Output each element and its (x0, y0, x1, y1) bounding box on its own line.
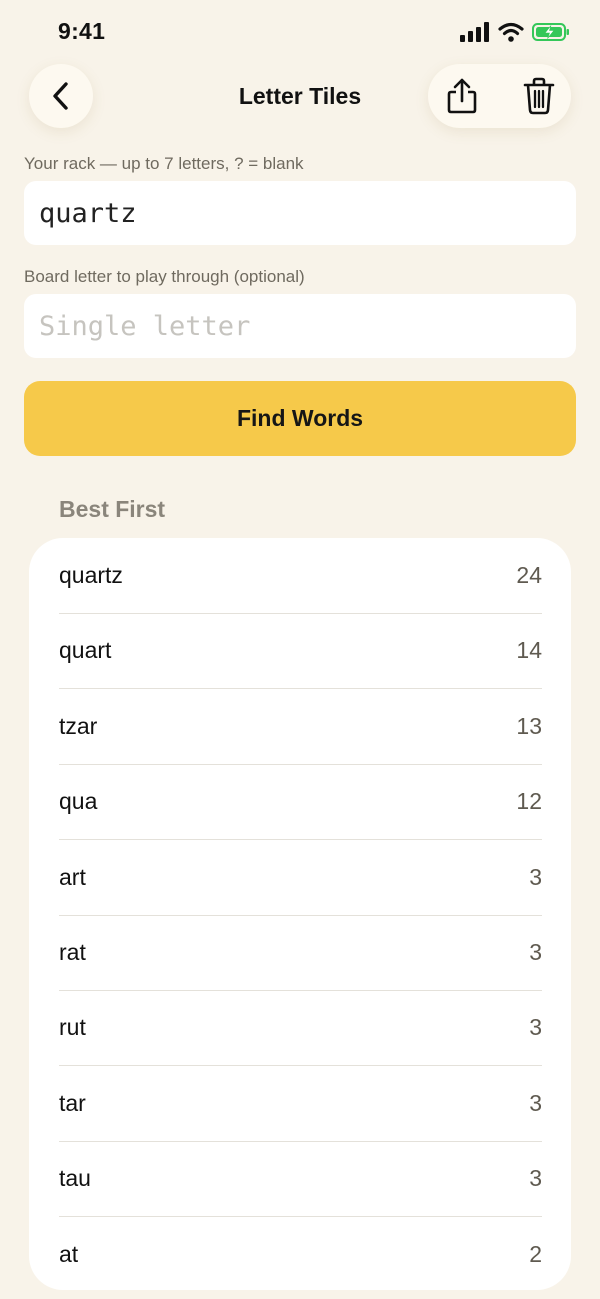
status-time: 9:41 (58, 18, 106, 44)
rack-label: Your rack — up to 7 letters, ? = blank (24, 154, 304, 173)
delete-button[interactable] (517, 74, 561, 118)
result-score: 14 (516, 637, 542, 664)
result-score: 24 (516, 562, 542, 588)
share-icon (447, 78, 477, 114)
result-word: rut (59, 1014, 86, 1041)
result-word: art (59, 863, 86, 890)
board-letter-input[interactable] (24, 294, 576, 358)
result-row[interactable]: quart 14 (59, 613, 542, 690)
result-word: rat (59, 939, 86, 965)
result-word: quartz (59, 562, 123, 588)
result-word: quart (59, 637, 112, 664)
results-list: quartz 24 quart 14 tzar 13 qua 12 art 3 rat 3 rut 3 ta… (29, 538, 571, 1290)
nav-actions (428, 64, 571, 128)
trash-icon (523, 77, 555, 115)
navigation-bar: Letter Tiles (0, 64, 600, 130)
result-score: 2 (529, 1240, 542, 1267)
result-row[interactable]: quartz 24 (59, 538, 542, 614)
result-row[interactable]: tar 3 (59, 1066, 542, 1142)
result-word: tzar (59, 712, 98, 739)
result-score: 3 (529, 1165, 542, 1192)
result-row[interactable]: rut 3 (59, 990, 542, 1067)
result-row[interactable]: qua 12 (59, 764, 542, 841)
status-icons (460, 22, 570, 42)
board-letter-label: Board letter to play through (optional) (24, 267, 305, 286)
result-score: 3 (529, 1014, 542, 1041)
result-row[interactable]: tau 3 (59, 1141, 542, 1218)
result-score: 13 (516, 712, 542, 739)
result-score: 12 (516, 788, 542, 815)
result-score: 3 (529, 1089, 542, 1116)
result-row[interactable]: at 2 (59, 1217, 542, 1290)
result-word: qua (59, 788, 98, 815)
status-bar: 9:41 (0, 0, 600, 64)
result-row[interactable]: art 3 (59, 840, 542, 916)
wifi-icon (498, 22, 524, 42)
results-section-title: Best First (59, 496, 166, 522)
share-button[interactable] (440, 74, 484, 118)
result-word: tau (59, 1165, 91, 1192)
result-word: at (59, 1240, 79, 1267)
battery-charging-icon (532, 23, 569, 41)
result-row[interactable]: tzar 13 (59, 689, 542, 765)
result-word: tar (59, 1089, 86, 1116)
result-score: 3 (529, 863, 542, 890)
result-row[interactable]: rat 3 (59, 915, 542, 991)
cellular-signal-icon (460, 22, 489, 42)
rack-input[interactable] (24, 181, 576, 245)
result-score: 3 (529, 939, 542, 965)
find-words-button[interactable]: Find Words (24, 381, 576, 456)
